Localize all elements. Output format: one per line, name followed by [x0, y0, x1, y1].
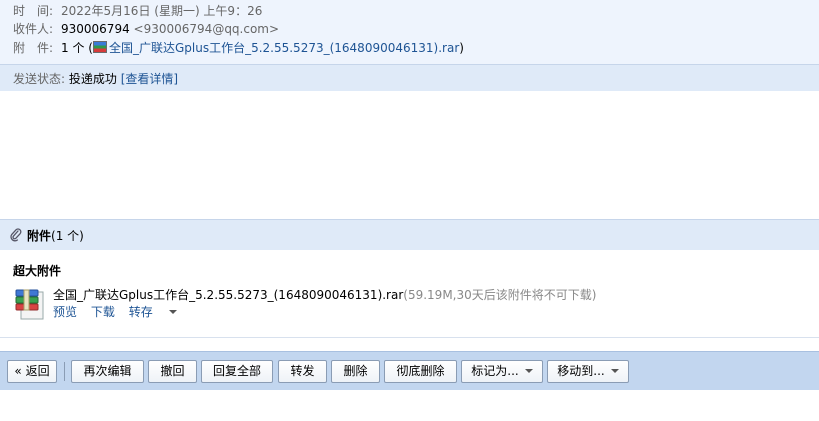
attachment-row: 附 件: 1 个 (全国_广联达Gplus工作台_5.2.55.5273_(164… [13, 40, 464, 56]
time-value: 2022年5月16日 (星期一) 上午9：26 [61, 4, 263, 18]
attachment-label: 附 件: [13, 41, 54, 55]
file-meta: (59.19M,30天后该附件将不可下载) [403, 288, 597, 302]
time-label: 时 间: [13, 4, 54, 18]
preview-link[interactable]: 预览 [53, 305, 77, 319]
status-label: 发送状态: [13, 72, 66, 86]
paperclip-icon [10, 228, 22, 242]
toolbar-divider [64, 362, 65, 381]
recipient-email: <930006794@qq.com> [133, 22, 280, 36]
archive-file-icon [15, 289, 44, 320]
attachment-count: 1 个 [61, 41, 85, 55]
save-to-label: 转存 [128, 305, 153, 319]
mark-as-label: 标记为... [471, 364, 519, 378]
delete-permanently-button[interactable]: 彻底删除 [384, 360, 457, 383]
attachments-title-label: 附件 [27, 229, 52, 243]
delete-button[interactable]: 删除 [331, 360, 380, 383]
attachments-header: 附件(1 个) [0, 219, 819, 250]
chevron-down-icon [524, 369, 533, 373]
recall-button[interactable]: 撤回 [148, 360, 197, 383]
status-details-link[interactable]: [查看详情] [121, 72, 178, 86]
attachments-body: 超大附件 全国_广联达Gplus工作台_5.2.55.5273_(1648090… [0, 250, 819, 338]
large-attachment-label: 超大附件 [13, 264, 62, 278]
edit-again-button[interactable]: 再次编辑 [71, 360, 144, 383]
back-button[interactable]: « 返回 [7, 360, 57, 383]
rar-file-icon [92, 41, 107, 53]
download-link[interactable]: 下载 [91, 305, 115, 319]
mark-as-dropdown[interactable]: 标记为... [461, 360, 543, 383]
attachment-link[interactable]: 全国_广联达Gplus工作台_5.2.55.5273_(164809004613… [109, 41, 459, 55]
file-name-row: 全国_广联达Gplus工作台_5.2.55.5273_(164809004613… [53, 286, 596, 303]
file-name[interactable]: 全国_广联达Gplus工作台_5.2.55.5273_(164809004613… [53, 288, 403, 302]
status-value: 投递成功 [68, 72, 117, 86]
move-to-label: 移动到... [557, 364, 605, 378]
reply-all-button[interactable]: 回复全部 [201, 360, 273, 383]
recipient-row: 收件人: 930006794 <930006794@qq.com> [13, 21, 279, 37]
save-to-link[interactable]: 转存 [129, 305, 187, 319]
attachments-count: (1 个) [51, 229, 84, 243]
delivery-status-bar: 发送状态: 投递成功 [查看详情] [0, 64, 819, 91]
recipient-label: 收件人: [13, 22, 54, 36]
chevron-down-icon [168, 310, 177, 314]
attachments-title: 附件(1 个) [27, 228, 84, 244]
file-actions: 预览 下载 转存 [53, 303, 197, 320]
delivery-status: 发送状态: 投递成功 [查看详情] [13, 71, 178, 87]
mail-header: 时 间: 2022年5月16日 (星期一) 上午9：26 收件人: 93000679… [0, 0, 819, 64]
move-to-dropdown[interactable]: 移动到... [547, 360, 629, 383]
forward-button[interactable]: 转发 [278, 360, 327, 383]
mail-toolbar: « 返回 再次编辑 撤回 回复全部 转发 删除 彻底删除 标记为... 移动到.… [0, 351, 819, 390]
recipient-name[interactable]: 930006794 [61, 22, 130, 36]
attachment-close-paren: ) [459, 41, 464, 55]
time-row: 时 间: 2022年5月16日 (星期一) 上午9：26 [13, 3, 262, 19]
chevron-down-icon [610, 369, 619, 373]
